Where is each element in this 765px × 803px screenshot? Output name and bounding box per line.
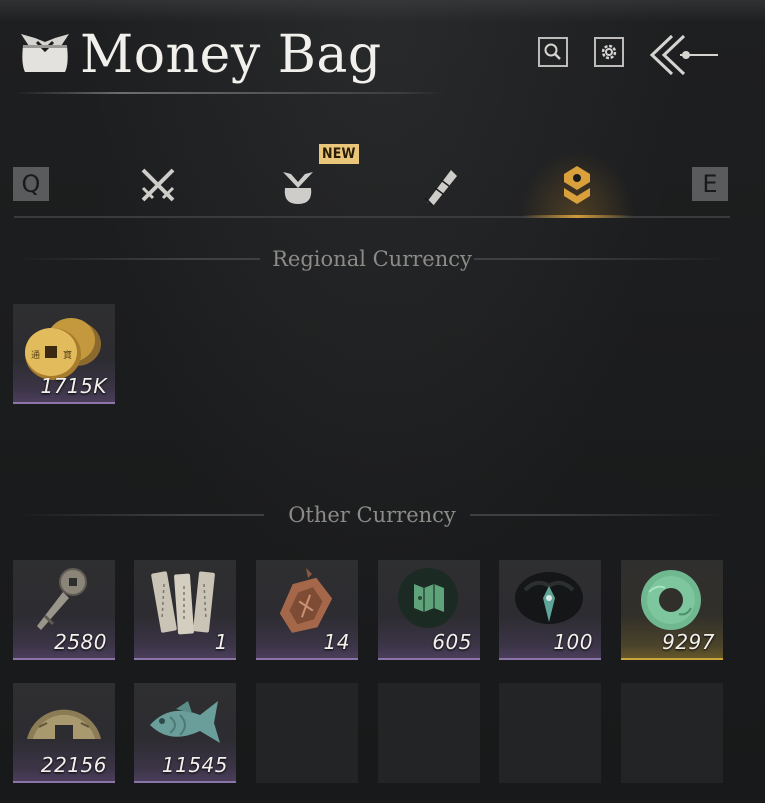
copper-coins-icon: 通 寶: [25, 318, 101, 380]
paper-notes-icon: [151, 571, 215, 635]
item-slot-half-coin[interactable]: 22156: [13, 683, 115, 783]
item-slot-jade-ring[interactable]: 9297: [621, 560, 723, 660]
search-button[interactable]: [538, 37, 568, 67]
tab-bundle[interactable]: [268, 158, 328, 212]
item-slot-jade-fish[interactable]: 11545: [134, 683, 236, 783]
tab-scrolls[interactable]: [408, 158, 468, 212]
jade-fish-icon: [150, 701, 220, 743]
item-quantity: 2580: [54, 630, 107, 654]
dark-emblem-icon: [515, 572, 583, 624]
empty-slot: [621, 683, 723, 783]
active-tab-indicator: [522, 215, 632, 218]
item-slot-jade-map[interactable]: 605: [378, 560, 480, 660]
item-slot-paper-notes[interactable]: 1: [134, 560, 236, 660]
item-slot-coin-sword[interactable]: 2580: [13, 560, 115, 660]
item-quantity: 14: [323, 630, 350, 654]
item-slot-bronze-token[interactable]: 14: [256, 560, 358, 660]
regional-currency-header: Regional Currency: [14, 244, 730, 274]
tab-weapons[interactable]: [128, 158, 188, 212]
crossed-swords-icon: [141, 168, 175, 202]
item-quantity: 100: [553, 630, 593, 654]
scroll-icon: [424, 170, 457, 207]
svg-text:寶: 寶: [63, 349, 72, 361]
header: Money Bag: [0, 0, 765, 110]
item-quantity: 9297: [662, 630, 715, 654]
bronze-token-icon: [279, 568, 333, 633]
item-slot-copper-coins[interactable]: 通 寶 1715K: [13, 304, 115, 404]
empty-slot: [256, 683, 358, 783]
tab-currency[interactable]: [547, 158, 607, 212]
jade-map-icon: [398, 568, 458, 628]
prev-tab-key[interactable]: Q: [13, 167, 49, 201]
item-quantity: 605: [432, 630, 472, 654]
currency-icon: [564, 166, 590, 204]
item-quantity: 22156: [40, 753, 107, 777]
other-currency-header: Other Currency: [14, 500, 730, 530]
jade-ring-icon: [641, 570, 701, 630]
bundle-icon: [283, 172, 313, 204]
new-badge: NEW: [319, 144, 359, 164]
next-tab-key[interactable]: E: [692, 167, 728, 201]
empty-slot: [499, 683, 601, 783]
section-title: Other Currency: [288, 503, 456, 527]
search-icon: [544, 43, 561, 60]
settings-gear-icon: [601, 44, 617, 60]
title-underline: [14, 92, 444, 94]
settings-button[interactable]: [594, 37, 624, 67]
item-quantity: 1: [214, 630, 228, 654]
item-quantity: 11545: [161, 753, 228, 777]
page-title: Money Bag: [80, 25, 382, 85]
section-title: Regional Currency: [272, 247, 472, 271]
item-quantity: 1715K: [40, 374, 107, 398]
coin-sword-icon: [37, 568, 87, 630]
empty-slot: [378, 683, 480, 783]
item-slot-dark-emblem[interactable]: 100: [499, 560, 601, 660]
half-coin-icon: [27, 709, 101, 739]
svg-text:通: 通: [31, 350, 40, 361]
money-bag-screen: Money Bag Q E NEW Regional Currency 通 寶 …: [0, 0, 765, 803]
money-bag-icon: [21, 34, 69, 72]
back-arrow-icon[interactable]: [646, 32, 722, 78]
